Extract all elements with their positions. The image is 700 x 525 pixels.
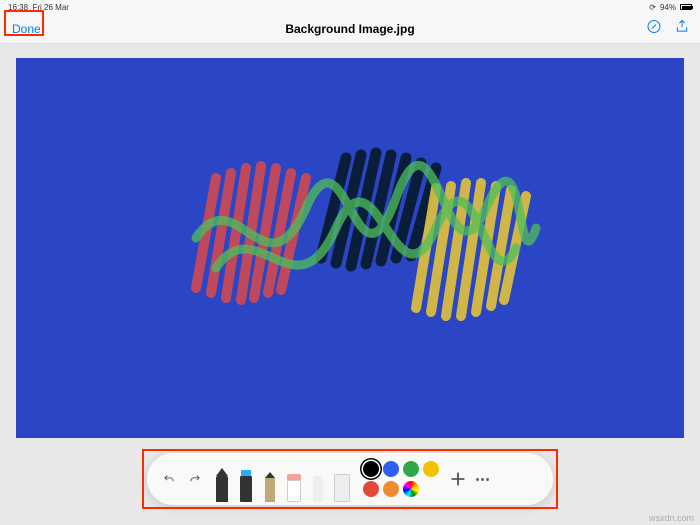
markup-button[interactable] [646,18,662,39]
color-black[interactable] [363,461,379,477]
orientation-lock-icon: ⟳ [649,3,656,12]
pencil-tool[interactable] [261,462,279,502]
status-bar: 16:38 Fri 26 Mar ⟳ 94% [0,0,700,14]
eraser-tool[interactable] [285,462,303,502]
plus-icon [447,468,469,490]
redo-button[interactable] [183,467,207,491]
color-red[interactable] [363,481,379,497]
ruler-tool[interactable] [333,462,351,502]
pen-circle-icon [646,18,662,34]
share-button[interactable] [674,18,690,39]
share-icon [674,18,690,34]
ellipsis-icon [476,478,489,481]
color-orange[interactable] [383,481,399,497]
marker-tool[interactable] [237,462,255,502]
watermark: wsxdn.com [649,513,694,523]
undo-icon [162,472,176,486]
annotation-highlight-done [4,10,44,36]
battery-pct: 94% [660,3,676,12]
markup-toolbar [147,453,553,505]
undo-button[interactable] [157,467,181,491]
color-palette [363,461,439,497]
file-title: Background Image.jpg [285,22,414,36]
color-green[interactable] [403,461,419,477]
battery-icon [680,4,692,10]
drawing-strokes [16,58,684,438]
lasso-tool[interactable] [309,462,327,502]
redo-icon [188,472,202,486]
more-button[interactable] [471,468,493,490]
nav-bar: Done Background Image.jpg [0,14,700,44]
pen-tool[interactable] [213,462,231,502]
drawing-canvas[interactable] [16,58,684,438]
color-picker[interactable] [403,481,419,497]
add-button[interactable] [447,468,469,490]
tools-row [213,456,351,502]
color-yellow[interactable] [423,461,439,477]
color-blue[interactable] [383,461,399,477]
